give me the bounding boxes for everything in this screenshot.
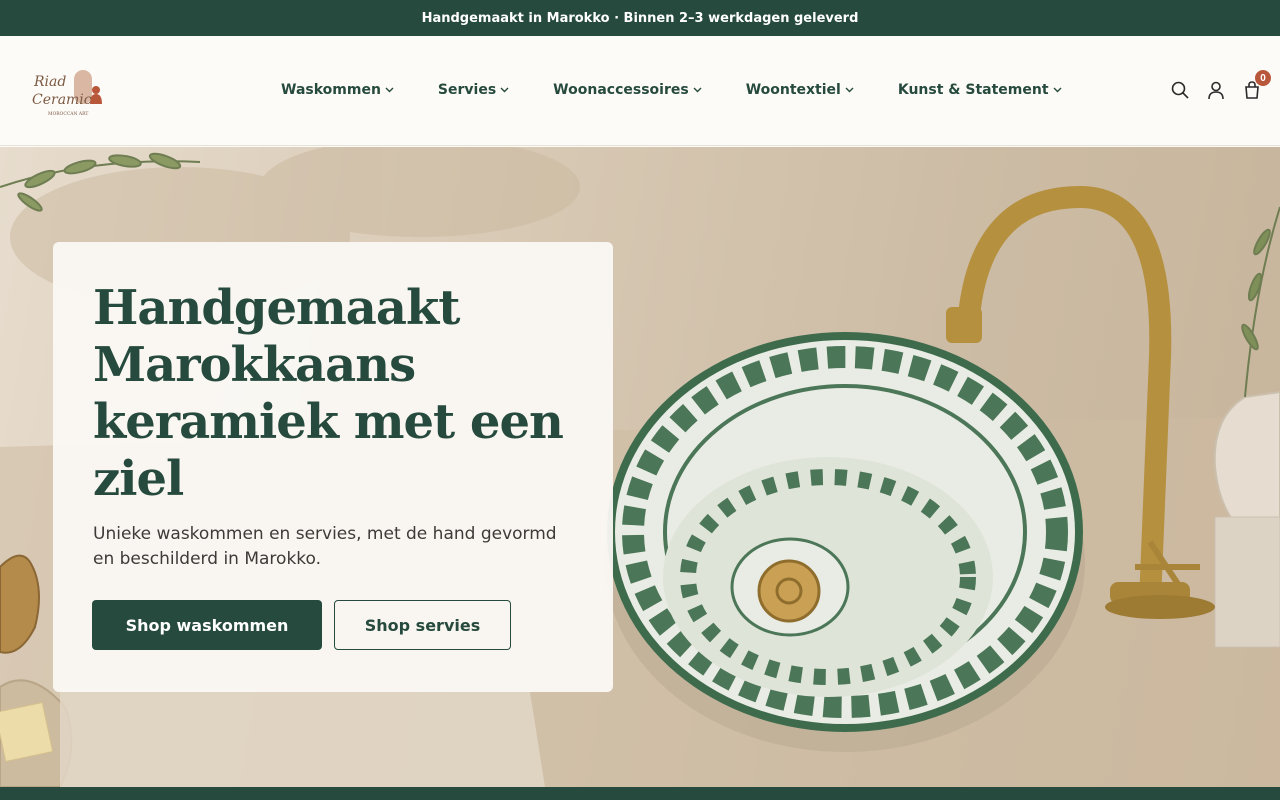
nav-label: Woontextiel [745,82,841,98]
brand-tagline: MOROCCAN ART [48,111,88,117]
chevron-down-icon [500,87,509,93]
hero-card: Handgemaakt Marokkaans keramiek met een … [53,242,613,692]
cart-button[interactable]: 0 [1242,70,1271,100]
hero-subtitle: Unieke waskommen en servies, met de hand… [93,524,557,569]
announcement-bar: Handgemaakt in Marokko · Binnen 2–3 werk… [0,0,1280,36]
cart-count-badge: 0 [1255,70,1271,86]
account-icon[interactable] [1206,80,1226,100]
search-icon[interactable] [1170,80,1190,100]
nav-label: Waskommen [281,82,381,98]
announcement-text: Handgemaakt in Marokko · Binnen 2–3 werk… [421,10,859,26]
nav-item-woonaccessoires[interactable]: Woonaccessoires [553,80,702,100]
brand-name-line1: Riad [33,74,66,90]
bottom-bar [0,787,1280,800]
hero-banner: Handgemaakt Marokkaans keramiek met een … [0,147,1280,787]
header-icons: 0 [1154,70,1271,100]
nav-item-kunst-statement[interactable]: Kunst & Statement [898,80,1062,100]
chevron-down-icon [845,87,854,93]
hero-title: Handgemaakt Marokkaans keramiek met een … [93,280,564,507]
brand-logo[interactable]: Riad Ceramic MOROCCAN ART [30,66,110,118]
brand-name-line2: Ceramic [32,92,92,108]
chevron-down-icon [693,87,702,93]
shop-servies-button[interactable]: Shop servies [334,600,511,650]
nav-item-woontextiel[interactable]: Woontextiel [746,80,854,100]
chevron-down-icon [385,87,394,93]
nav-label: Woonaccessoires [553,82,689,98]
shop-waskommen-button[interactable]: Shop waskommen [92,600,322,650]
nav-item-waskommen[interactable]: Waskommen [281,80,394,100]
main-nav: Waskommen Servies Woonaccessoires Woonte… [281,80,1062,100]
nav-label: Kunst & Statement [897,82,1049,98]
site-header: Riad Ceramic MOROCCAN ART Waskommen Serv… [0,36,1280,146]
chevron-down-icon [1053,87,1062,93]
nav-item-servies[interactable]: Servies [438,80,509,100]
nav-label: Servies [437,82,497,98]
